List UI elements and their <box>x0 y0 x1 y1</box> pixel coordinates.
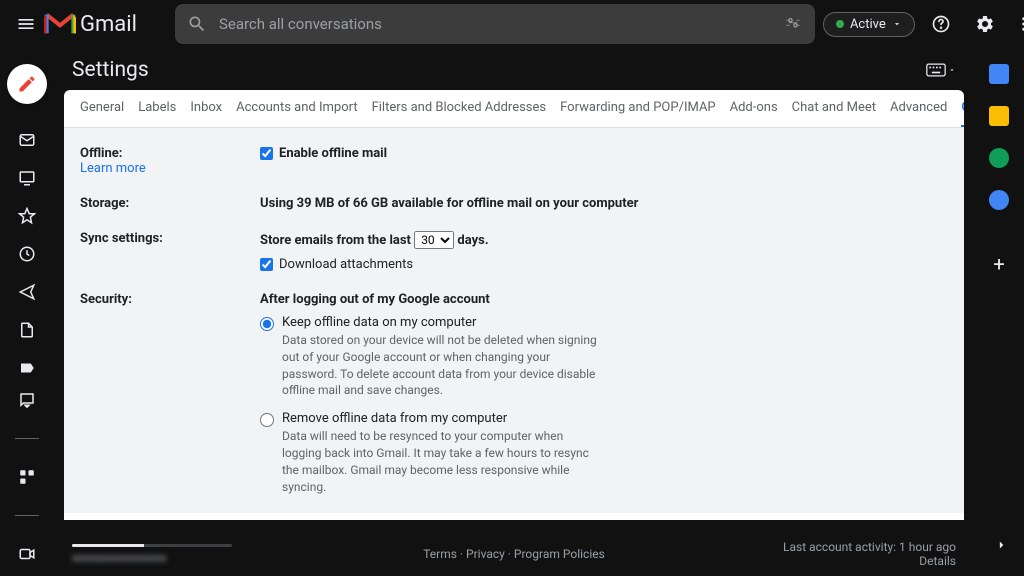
storage-label: Storage: <box>80 196 244 211</box>
active-label: Active <box>850 17 886 32</box>
input-tools-button[interactable] <box>926 63 956 77</box>
page-title: Settings <box>72 58 149 82</box>
search-input[interactable] <box>219 15 771 33</box>
storage-text: Using 39 MB of 66 GB available for offli… <box>260 196 948 211</box>
monitor-icon <box>18 169 36 187</box>
details-link[interactable]: Details <box>919 554 956 568</box>
keep-addon[interactable] <box>989 106 1009 126</box>
privacy-link[interactable]: Privacy <box>466 547 505 561</box>
chevron-right-icon <box>994 538 1008 552</box>
keyboard-icon <box>926 63 946 77</box>
hide-panel-button[interactable] <box>994 537 1008 556</box>
help-icon <box>931 14 951 34</box>
video-icon <box>18 545 36 563</box>
keep-data-label: Keep offline data on my computer <box>282 315 602 330</box>
search-options-icon[interactable] <box>783 14 803 34</box>
tab-labels[interactable]: Labels <box>138 100 176 127</box>
compose-button[interactable] <box>7 64 47 104</box>
store-suffix: days. <box>457 233 488 248</box>
terms-link[interactable]: Terms <box>423 547 457 561</box>
active-status-button[interactable]: Active <box>823 12 915 37</box>
tab-offline[interactable]: Offline <box>961 100 964 127</box>
sync-label: Sync settings: <box>80 231 244 272</box>
tab-advanced[interactable]: Advanced <box>890 100 947 127</box>
enable-offline-checkbox[interactable] <box>260 147 273 160</box>
tab-inbox[interactable]: Inbox <box>190 100 222 127</box>
download-attachments-checkbox[interactable] <box>260 258 273 271</box>
hamburger-icon <box>16 14 36 34</box>
drafts-nav[interactable] <box>17 320 37 340</box>
inbox-icon <box>18 131 36 149</box>
store-prefix: Store emails from the last <box>260 233 411 248</box>
offline-label: Offline: <box>80 146 122 161</box>
storage-text-blurred: ■■■■■■■■■■■■■ <box>72 551 232 565</box>
snoozed-nav[interactable] <box>17 244 37 264</box>
tag-icon <box>18 359 36 377</box>
chat-button[interactable] <box>17 390 37 410</box>
settings-tabs: General Labels Inbox Accounts and Import… <box>64 90 964 128</box>
tab-filters[interactable]: Filters and Blocked Addresses <box>372 100 547 127</box>
send-icon <box>18 283 36 301</box>
active-dot-icon <box>836 20 844 28</box>
footer-links: Terms · Privacy · Program Policies <box>423 547 605 561</box>
get-addons-button[interactable]: + <box>993 252 1004 276</box>
rail-separator <box>15 515 39 516</box>
settings-button[interactable] <box>967 6 1003 42</box>
tab-chat[interactable]: Chat and Meet <box>792 100 876 127</box>
contacts-addon[interactable] <box>989 190 1009 210</box>
policies-link[interactable]: Program Policies <box>514 547 605 561</box>
sent-nav[interactable] <box>17 282 37 302</box>
security-label: Security: <box>80 292 244 495</box>
chat-icon <box>18 391 36 409</box>
remove-data-radio[interactable] <box>260 413 274 427</box>
search-bar[interactable] <box>175 4 815 44</box>
apps-grid-icon <box>1020 15 1024 33</box>
keep-data-radio[interactable] <box>260 317 274 331</box>
calendar-addon[interactable] <box>989 64 1009 84</box>
enable-offline-label: Enable offline mail <box>279 146 387 161</box>
chevron-down-icon <box>892 19 902 29</box>
activity-text: Last account activity: 1 hour ago <box>783 540 956 554</box>
spaces-icon <box>18 468 36 486</box>
remove-data-label: Remove offline data from my computer <box>282 411 602 426</box>
spaces-button[interactable] <box>17 467 37 487</box>
tab-forwarding[interactable]: Forwarding and POP/IMAP <box>560 100 716 127</box>
star-icon <box>18 207 36 225</box>
inbox-nav[interactable] <box>17 130 37 150</box>
apps-button[interactable] <box>1011 6 1024 42</box>
storage-progress <box>72 544 232 547</box>
clock-icon <box>18 245 36 263</box>
tab-addons[interactable]: Add-ons <box>730 100 778 127</box>
label-nav[interactable] <box>17 358 37 378</box>
tab-general[interactable]: General <box>80 100 124 127</box>
main-menu-button[interactable] <box>16 4 36 44</box>
pencil-icon <box>17 74 37 94</box>
meet-button[interactable] <box>17 544 37 564</box>
search-icon <box>187 14 207 34</box>
chevron-down-icon <box>948 66 956 74</box>
security-header: After logging out of my Google account <box>260 292 948 307</box>
gmail-text: Gmail <box>80 12 137 37</box>
days-select[interactable]: 30 <box>414 231 454 249</box>
tasks-addon[interactable] <box>989 148 1009 168</box>
gmail-icon <box>44 12 76 36</box>
remove-data-desc: Data will need to be resynced to your co… <box>282 428 602 495</box>
keep-data-desc: Data stored on your device will not be d… <box>282 332 602 399</box>
tab-accounts[interactable]: Accounts and Import <box>236 100 357 127</box>
gear-icon <box>975 14 995 34</box>
chat-nav[interactable] <box>17 168 37 188</box>
gmail-logo[interactable]: Gmail <box>44 12 137 37</box>
starred-nav[interactable] <box>17 206 37 226</box>
download-attachments-label: Download attachments <box>279 257 413 272</box>
support-button[interactable] <box>923 6 959 42</box>
rail-separator <box>15 438 39 439</box>
file-icon <box>18 321 36 339</box>
learn-more-link[interactable]: Learn more <box>80 161 146 176</box>
